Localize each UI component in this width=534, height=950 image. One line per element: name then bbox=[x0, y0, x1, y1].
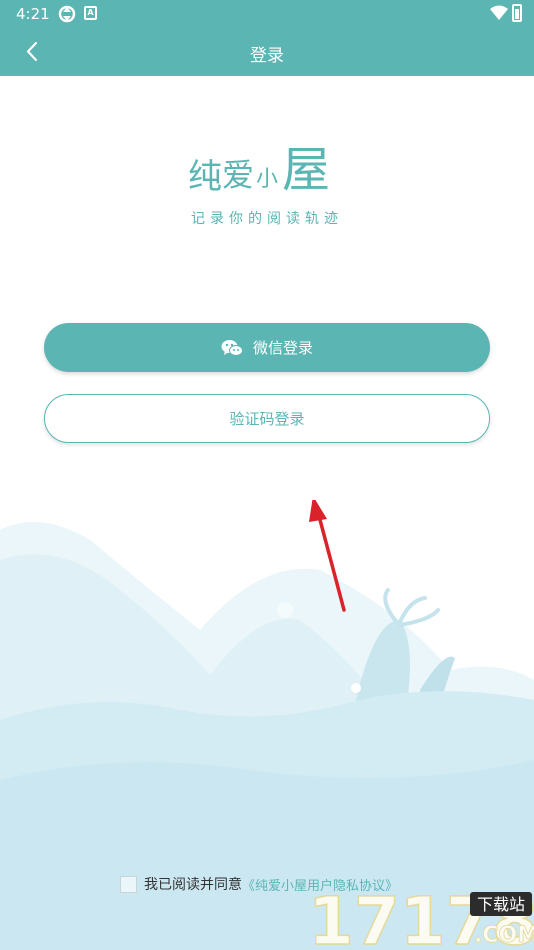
agreement-text: 我已阅读并同意 bbox=[144, 877, 242, 893]
logo-text-4: 屋 bbox=[282, 142, 330, 198]
site-watermark: 17178 下载站 .COM bbox=[307, 884, 534, 950]
status-time: 4:21 bbox=[16, 5, 50, 23]
status-bar: 4:21 A bbox=[0, 0, 534, 28]
logo-text-1: 纯 bbox=[188, 157, 222, 197]
watermark-badge: 下载站 bbox=[477, 895, 525, 914]
slogan: 记录你的阅读轨迹 bbox=[191, 211, 343, 227]
app-bar: 登录 bbox=[0, 28, 534, 76]
wechat-icon bbox=[221, 339, 243, 356]
wechat-login-button[interactable]: 微信登录 bbox=[44, 323, 490, 372]
sync-icon bbox=[58, 5, 76, 23]
app-logo: 纯 爱 小 屋 bbox=[188, 142, 330, 198]
logo-text-3: 小 bbox=[256, 167, 278, 192]
battery-icon bbox=[512, 4, 522, 22]
logo-text-2: 爱 bbox=[222, 156, 254, 194]
code-login-button[interactable]: 验证码登录 bbox=[44, 394, 490, 443]
app-notification-icon: A bbox=[84, 6, 97, 20]
wechat-login-label: 微信登录 bbox=[252, 339, 313, 357]
agreement-checkbox[interactable] bbox=[120, 875, 137, 893]
code-login-label: 验证码登录 bbox=[229, 410, 305, 428]
wifi-icon bbox=[490, 5, 508, 20]
watermark-suffix: .COM bbox=[474, 923, 534, 948]
page-title: 登录 bbox=[250, 46, 284, 66]
